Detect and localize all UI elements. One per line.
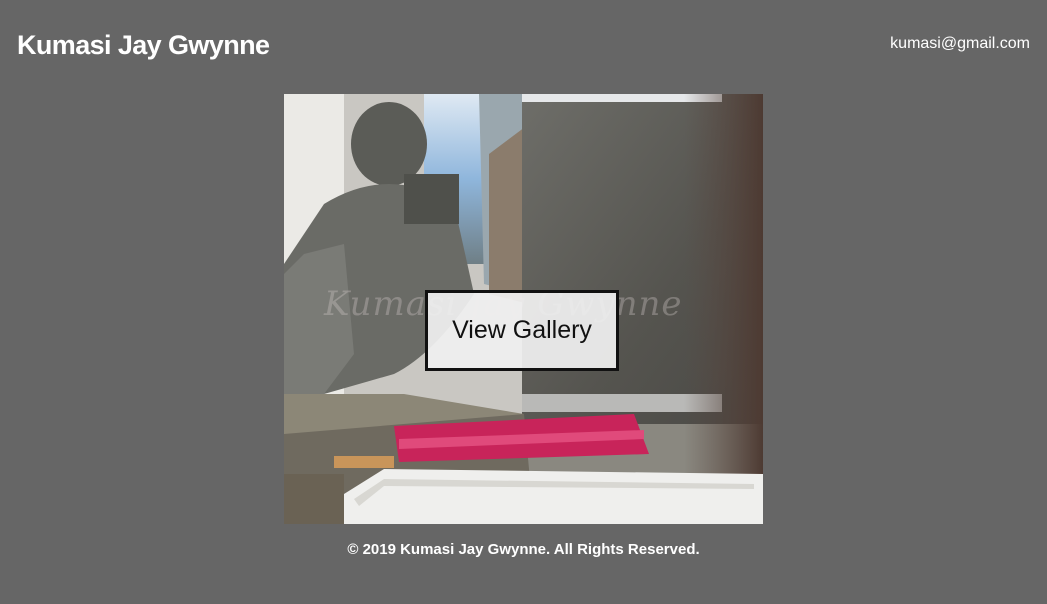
site-title[interactable]: Kumasi Jay Gwynne: [17, 28, 270, 62]
contact-email-link[interactable]: kumasi@gmail.com: [890, 34, 1030, 54]
hero-image: Kumasi Jay Gwynne View Gallery: [284, 94, 763, 524]
copyright-text: © 2019 Kumasi Jay Gwynne. All Rights Res…: [347, 541, 700, 558]
view-gallery-button[interactable]: View Gallery: [425, 290, 619, 371]
site-header: Kumasi Jay Gwynne kumasi@gmail.com: [0, 0, 1047, 90]
